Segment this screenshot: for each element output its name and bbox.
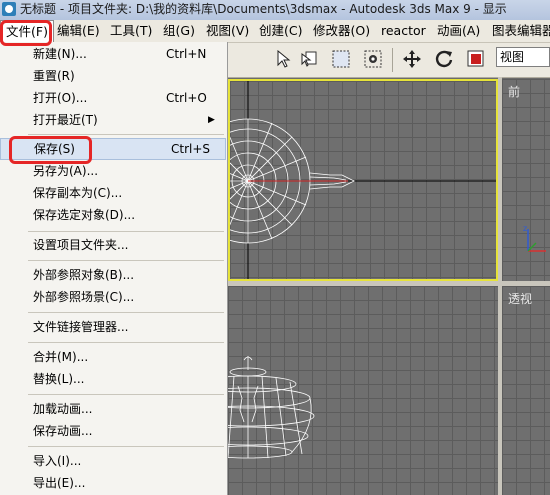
viewport-divider-vertical[interactable] [498, 77, 502, 495]
title-bar: 无标题 - 项目文件夹: D:\我的资料库\Documents\3dsmax -… [0, 0, 550, 20]
move-icon[interactable] [399, 46, 425, 72]
menu-item-save-copy-as-label: 保存副本为(C)... [33, 186, 123, 200]
menu-views[interactable]: 视图(V) [201, 20, 254, 42]
menu-separator [28, 446, 224, 447]
reference-coordinate-select[interactable]: 视图 [496, 47, 550, 67]
menu-item-export[interactable]: 导出(E)... [0, 472, 226, 494]
viewport-top[interactable] [228, 79, 498, 281]
menu-item-save-shortcut: Ctrl+S [171, 142, 211, 156]
toolbar-separator [392, 48, 393, 72]
menu-item-open[interactable]: 打开(O)... Ctrl+O [0, 87, 226, 109]
menu-item-open-recent-label: 打开最近(T) [33, 113, 98, 127]
highlight-box-file-menu [0, 20, 52, 46]
teapot-perspective-view [228, 356, 315, 459]
menu-item-merge-label: 合并(M)... [33, 350, 89, 364]
menu-item-open-label: 打开(O)... [33, 91, 88, 105]
menu-item-save-selected[interactable]: 保存选定对象(D)... [0, 204, 226, 226]
menu-create[interactable]: 创建(C) [254, 20, 307, 42]
window-title: 无标题 - 项目文件夹: D:\我的资料库\Documents\3dsmax -… [20, 2, 507, 16]
menu-item-merge[interactable]: 合并(M)... [0, 346, 226, 368]
menu-item-reset[interactable]: 重置(R) [0, 65, 226, 87]
menu-item-set-project-folder-label: 设置项目文件夹... [33, 238, 129, 252]
teapot-top-view [230, 81, 496, 279]
menu-separator [28, 134, 224, 135]
rectangular-selection-icon[interactable] [328, 46, 354, 72]
menu-item-import[interactable]: 导入(I)... [0, 450, 226, 472]
menu-separator [28, 260, 224, 261]
viewport-front[interactable]: 前 z [502, 79, 550, 281]
window-crossing-icon[interactable] [360, 46, 386, 72]
menu-item-replace-label: 替换(L)... [33, 372, 85, 386]
menu-item-new-label: 新建(N)... [33, 47, 87, 61]
app-icon[interactable] [2, 2, 16, 16]
menu-bar: 文件(F) 编辑(E) 工具(T) 组(G) 视图(V) 创建(C) 修改器(O… [0, 20, 550, 43]
menu-item-open-recent[interactable]: 打开最近(T) ▶ [0, 109, 226, 131]
menu-item-open-shortcut: Ctrl+O [166, 91, 207, 105]
menu-reactor[interactable]: reactor [376, 20, 431, 42]
menu-item-save-animation-label: 保存动画... [33, 424, 93, 438]
menu-item-set-project-folder[interactable]: 设置项目文件夹... [0, 234, 226, 256]
viewport-perspective-right[interactable]: 透视 [502, 286, 550, 495]
menu-item-save-animation[interactable]: 保存动画... [0, 420, 226, 442]
select-by-name-icon[interactable] [296, 46, 322, 72]
highlight-box-save-item [9, 136, 92, 164]
menu-item-file-link-manager[interactable]: 文件链接管理器... [0, 316, 226, 338]
rotate-icon[interactable] [431, 46, 457, 72]
menu-item-save-selected-label: 保存选定对象(D)... [33, 208, 136, 222]
menu-item-xref-objects[interactable]: 外部参照对象(B)... [0, 264, 226, 286]
scale-icon[interactable] [463, 46, 489, 72]
menu-separator [28, 342, 224, 343]
menu-item-import-label: 导入(I)... [33, 454, 82, 468]
menu-item-save-copy-as[interactable]: 保存副本为(C)... [0, 182, 226, 204]
viewport-perspective[interactable] [228, 286, 498, 495]
menu-separator [28, 312, 224, 313]
menu-animation[interactable]: 动画(A) [432, 20, 485, 42]
axis-tripod-icon: z [523, 224, 546, 252]
menu-item-new[interactable]: 新建(N)... Ctrl+N [0, 43, 226, 65]
menu-graph-editors[interactable]: 图表编辑器 [487, 20, 550, 42]
menu-tools[interactable]: 工具(T) [105, 20, 157, 42]
menu-item-xref-objects-label: 外部参照对象(B)... [33, 268, 135, 282]
menu-item-load-animation[interactable]: 加载动画... [0, 398, 226, 420]
title-display: 显示 [482, 2, 507, 16]
svg-text:z: z [523, 224, 527, 233]
title-filename: 无标题 [20, 2, 57, 16]
submenu-arrow-icon: ▶ [208, 115, 215, 125]
menu-edit[interactable]: 编辑(E) [52, 20, 105, 42]
menu-separator [28, 394, 224, 395]
menu-item-xref-scene-label: 外部参照场景(C)... [33, 290, 135, 304]
menu-item-replace[interactable]: 替换(L)... [0, 368, 226, 390]
menu-item-xref-scene[interactable]: 外部参照场景(C)... [0, 286, 226, 308]
title-app-name: Autodesk 3ds Max 9 [349, 2, 471, 16]
title-project-folder: 项目文件夹: D:\我的资料库\Documents\3dsmax [68, 2, 338, 16]
menu-item-new-shortcut: Ctrl+N [166, 47, 207, 61]
menu-modifiers[interactable]: 修改器(O) [308, 20, 375, 42]
menu-group[interactable]: 组(G) [158, 20, 200, 42]
menu-item-load-animation-label: 加载动画... [33, 402, 93, 416]
menu-item-export-label: 导出(E)... [33, 476, 86, 490]
viewport-divider-horizontal[interactable] [228, 281, 550, 286]
menu-item-reset-label: 重置(R) [33, 69, 75, 83]
select-arrow-icon[interactable] [270, 46, 296, 72]
main-toolbar: 视图 [228, 43, 550, 78]
menu-separator [28, 231, 224, 232]
viewport-label-perspective[interactable]: 透视 [508, 290, 532, 307]
menu-item-file-link-manager-label: 文件链接管理器... [33, 320, 129, 334]
file-menu-dropdown: 新建(N)... Ctrl+N 重置(R) 打开(O)... Ctrl+O 打开… [0, 42, 228, 495]
